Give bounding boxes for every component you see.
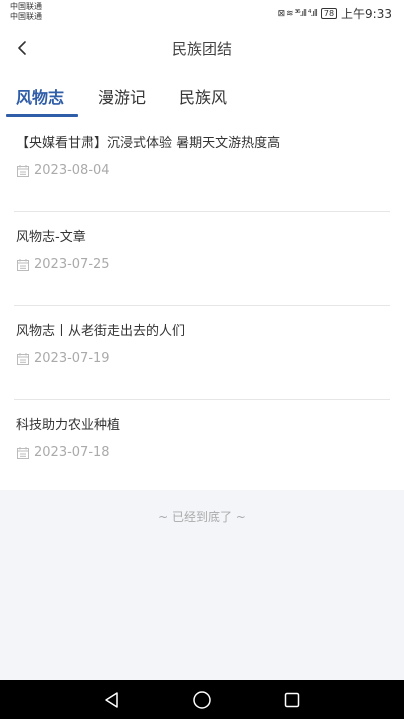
tab-fengwuzhi[interactable]: 风物志 [16, 84, 64, 108]
carrier-1: 中国联通 [10, 2, 42, 11]
tab-manyouji[interactable]: 漫游记 [98, 84, 146, 108]
back-triangle-icon [105, 692, 118, 708]
date-text: 2023-08-04 [34, 163, 110, 178]
list-item[interactable]: 【央媒看甘肃】沉浸式体验 暑期天文游热度高 2023-08-04 [14, 118, 390, 212]
article-date: 2023-08-04 [16, 163, 110, 178]
clock: 上午9:33 [341, 7, 392, 21]
status-bar: 中国联通 中国联通 ⊠ ≋ ³⁶.ıll ⁴.ıll 78 上午9:33 [0, 0, 404, 26]
nav-bar: 民族团结 [0, 26, 404, 70]
article-title: 【央媒看甘肃】沉浸式体验 暑期天文游热度高 [16, 136, 281, 151]
system-nav-bar [0, 680, 404, 719]
signal-icons: ⊠ ≋ ³⁶.ıll ⁴.ıll [277, 8, 318, 19]
date-text: 2023-07-19 [34, 351, 110, 366]
date-text: 2023-07-18 [34, 445, 110, 460]
list-end-area: ~ 已经到底了 ~ [0, 490, 404, 680]
end-of-list-text: ~ 已经到底了 ~ [158, 510, 246, 524]
calendar-icon [17, 446, 29, 459]
tab-bar: 风物志 漫游记 民族风 [0, 72, 404, 118]
carrier-labels: 中国联通 中国联通 [10, 2, 42, 22]
article-date: 2023-07-25 [16, 257, 110, 272]
home-circle-icon [193, 691, 211, 709]
tab-minzufeng[interactable]: 民族风 [179, 84, 227, 108]
article-list: 【央媒看甘肃】沉浸式体验 暑期天文游热度高 2023-08-04 风物志-文章 [0, 118, 404, 494]
calendar-icon [17, 164, 29, 177]
calendar-icon [17, 352, 29, 365]
active-tab-indicator [6, 114, 78, 117]
battery-icon: 78 [320, 8, 338, 19]
system-home-button[interactable] [190, 688, 214, 712]
article-title: 风物志-文章 [16, 230, 86, 245]
article-title: 科技助力农业种植 [16, 418, 121, 433]
list-item[interactable]: 风物志丨从老街走出去的人们 2023-07-19 [14, 306, 390, 400]
article-title: 风物志丨从老街走出去的人们 [16, 324, 186, 339]
recents-square-icon [284, 692, 300, 708]
calendar-icon [17, 258, 29, 271]
date-text: 2023-07-25 [34, 257, 110, 272]
page-title: 民族团结 [171, 40, 232, 58]
carrier-2: 中国联通 [10, 12, 42, 21]
system-recents-button[interactable] [280, 688, 304, 712]
list-item[interactable]: 风物志-文章 2023-07-25 [14, 212, 390, 306]
system-back-button[interactable] [100, 688, 124, 712]
status-indicators: ⊠ ≋ ³⁶.ıll ⁴.ıll 78 上午9:33 [278, 5, 392, 22]
article-date: 2023-07-19 [16, 351, 110, 366]
list-item[interactable]: 科技助力农业种植 2023-07-18 [14, 400, 390, 494]
article-date: 2023-07-18 [16, 445, 110, 460]
